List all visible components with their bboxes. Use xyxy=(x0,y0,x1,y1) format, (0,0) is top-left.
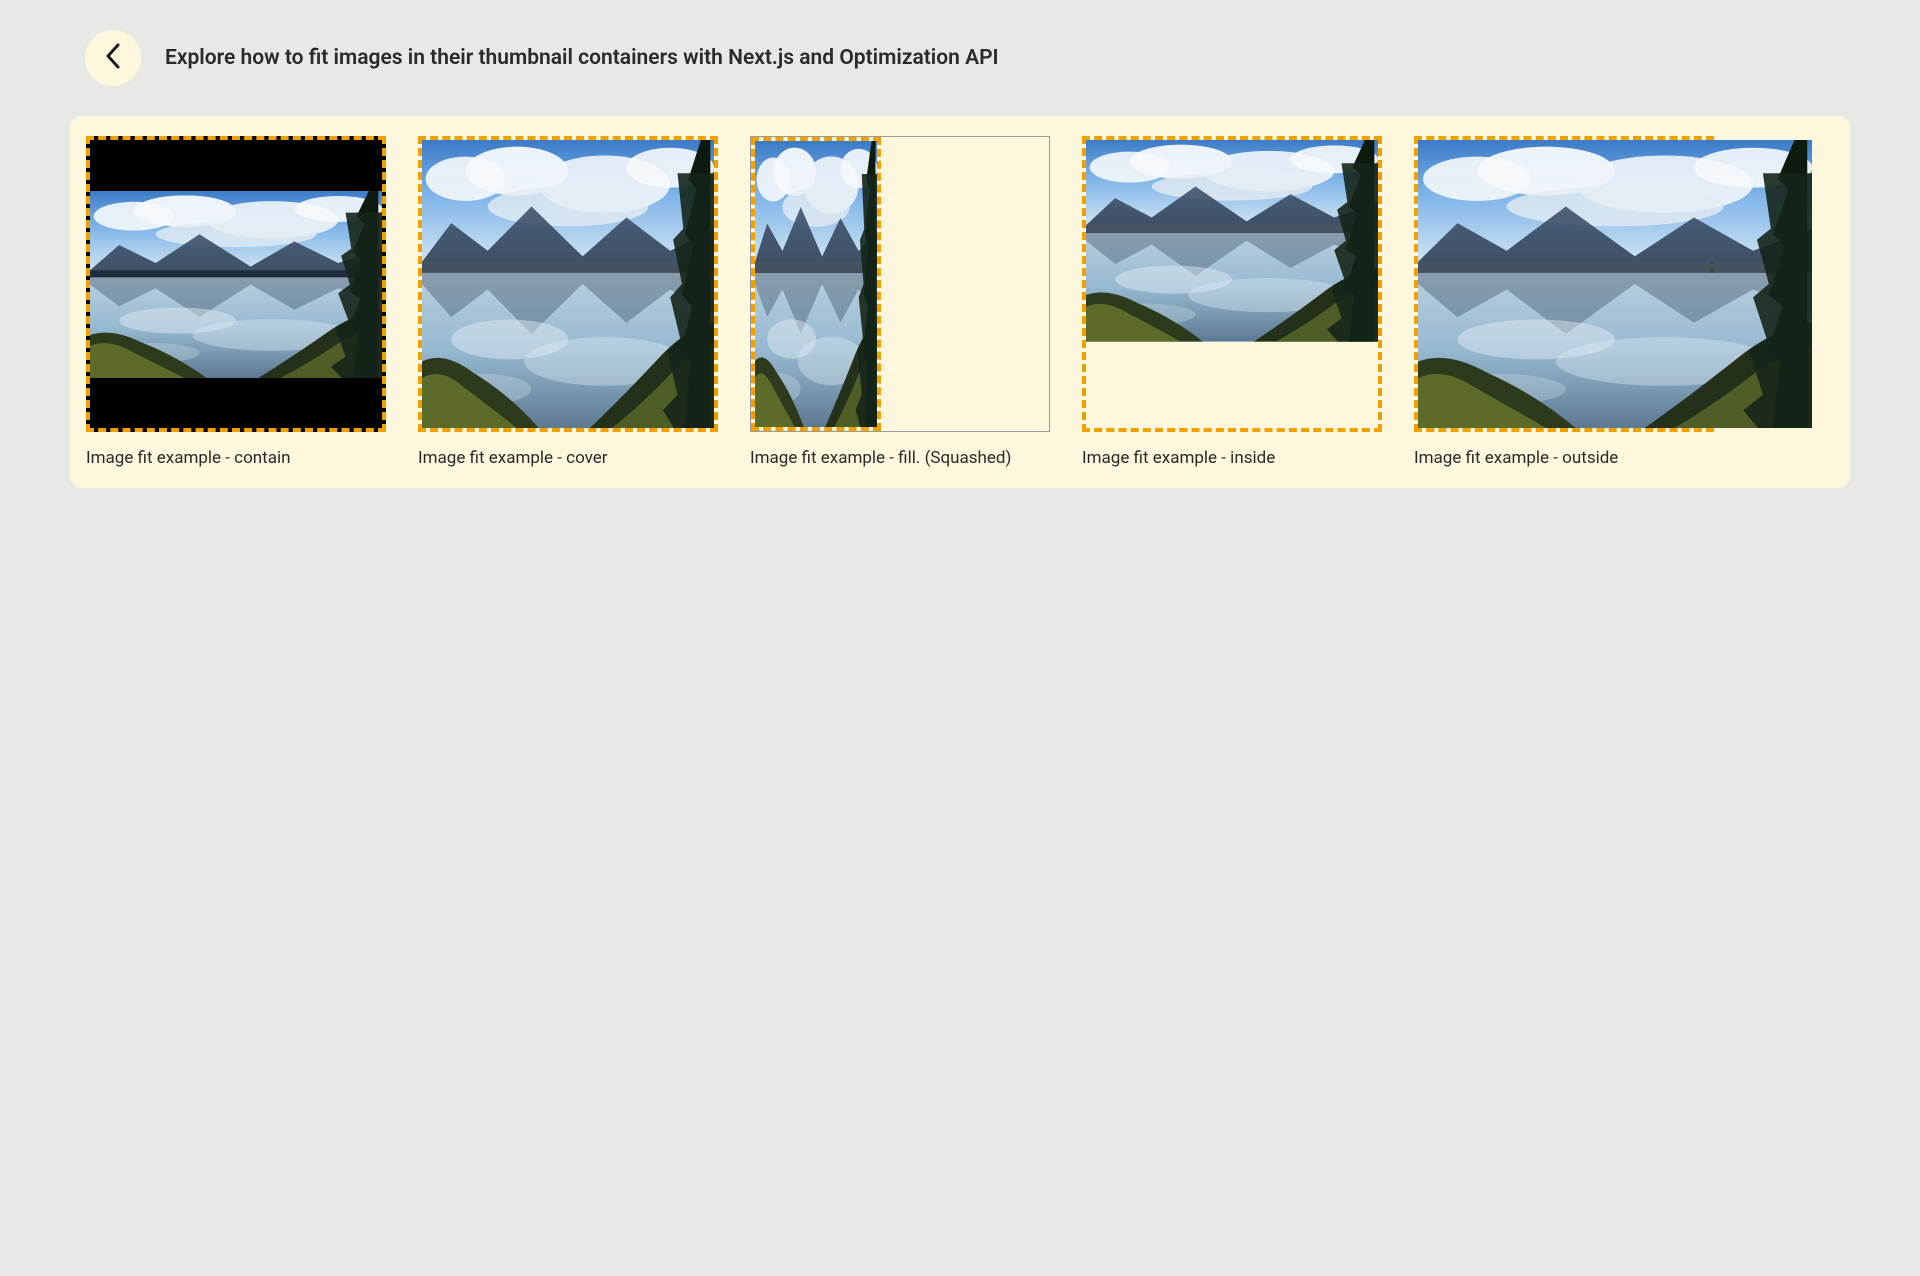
sample-image xyxy=(1086,140,1378,342)
thumbnail-frame-fill xyxy=(751,137,881,431)
thumbnail-frame-outside xyxy=(1414,136,1714,432)
sample-image xyxy=(422,140,714,428)
thumbnail-item: Image fit example - outside xyxy=(1414,136,1714,468)
thumbnail-caption: Image fit example - outside xyxy=(1414,448,1714,468)
thumbnail-caption: Image fit example - inside xyxy=(1082,448,1382,468)
content-card: Image fit example - contain xyxy=(70,116,1850,488)
thumbnail-item: Image fit example - fill. (Squashed) xyxy=(750,136,1050,468)
thumbnail-caption: Image fit example - cover xyxy=(418,448,718,468)
page-title: Explore how to fit images in their thumb… xyxy=(165,46,999,70)
thumbnail-grid: Image fit example - contain xyxy=(86,136,1834,468)
thumbnail-caption: Image fit example - contain xyxy=(86,448,386,468)
thumbnail-item: Image fit example - inside xyxy=(1082,136,1382,468)
thumbnail-item: Image fit example - cover xyxy=(418,136,718,468)
thumbnail-frame-contain xyxy=(86,136,386,432)
thumbnail-frame-cover xyxy=(418,136,718,432)
sample-image xyxy=(755,141,877,427)
chevron-left-icon xyxy=(104,42,122,74)
thumbnail-frame-inside xyxy=(1082,136,1382,432)
back-button[interactable] xyxy=(85,30,141,86)
thumbnail-item: Image fit example - contain xyxy=(86,136,386,468)
thumbnail-caption: Image fit example - fill. (Squashed) xyxy=(750,448,1050,468)
thumbnail-frame-fill-outer xyxy=(750,136,1050,432)
sample-image xyxy=(90,191,382,378)
page-header: Explore how to fit images in their thumb… xyxy=(0,0,1920,116)
sample-image xyxy=(1418,140,1812,428)
